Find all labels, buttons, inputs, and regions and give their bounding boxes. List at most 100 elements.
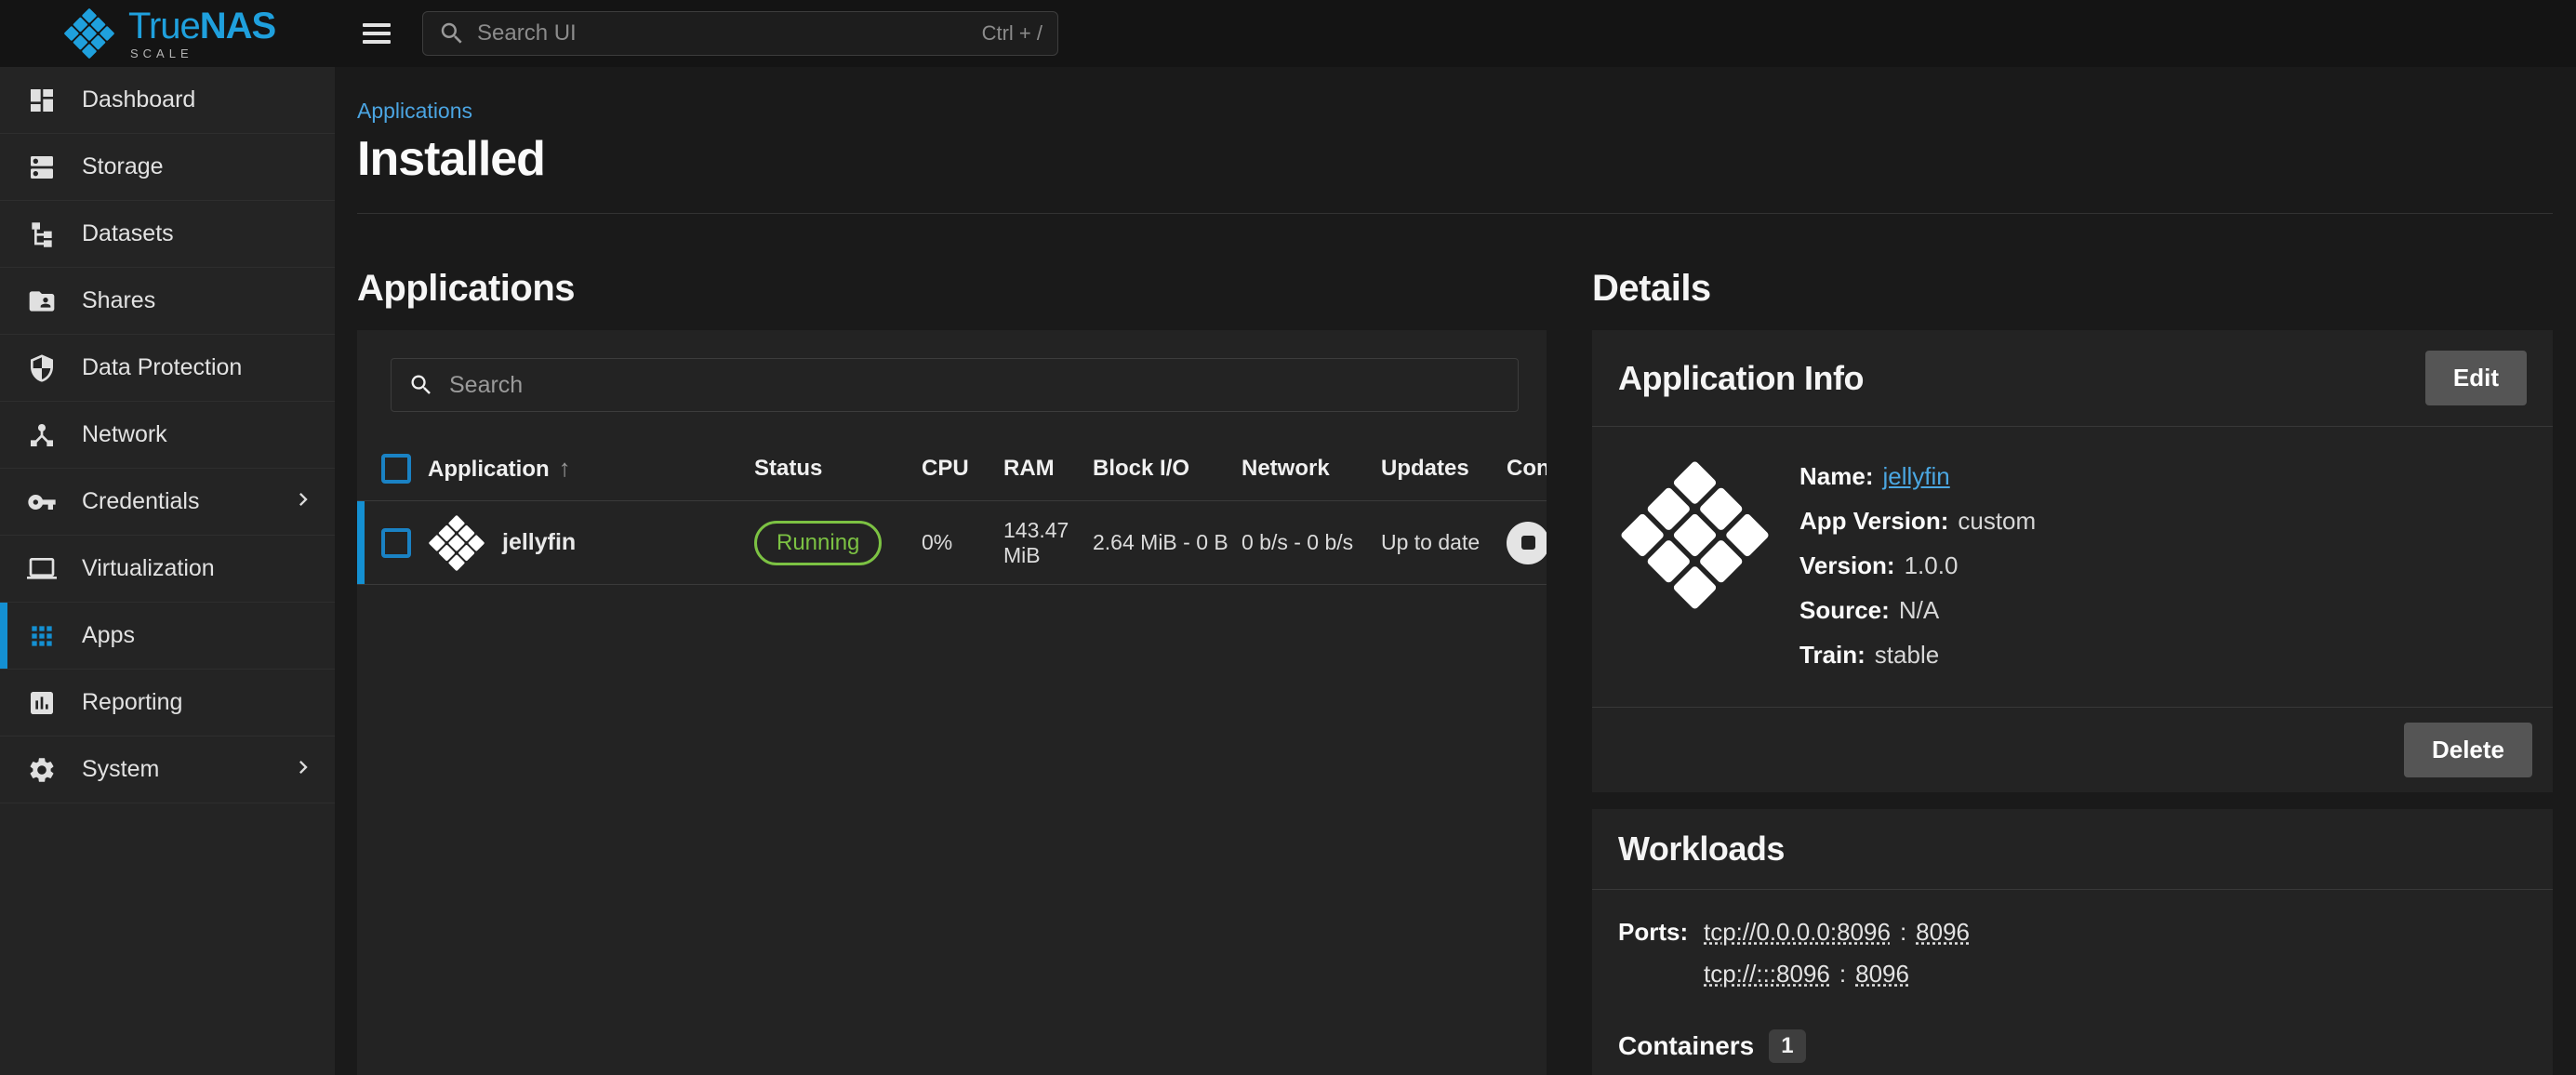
truenas-gem-icon [63, 7, 115, 60]
jellyfin-app-icon [428, 514, 485, 572]
applications-search [391, 358, 1519, 412]
applications-card: Application↑ Status CPU RAM Block I/O Ne… [357, 330, 1547, 1075]
table-header: Application↑ Status CPU RAM Block I/O Ne… [357, 436, 1547, 501]
containers-header: Containers 1 [1618, 1029, 2527, 1063]
column-header-control[interactable]: Control [1507, 456, 1547, 482]
logo-subtitle: SCALE [130, 47, 275, 60]
datasets-icon [26, 219, 58, 250]
sidebar-item-network[interactable]: Network [0, 402, 335, 469]
sidebar-item-virtualization[interactable]: Virtualization [0, 536, 335, 603]
ports-label: Ports: [1618, 918, 1704, 947]
chevron-right-icon [290, 754, 316, 785]
column-header-block-io[interactable]: Block I/O [1093, 456, 1242, 482]
sidebar-item-datasets[interactable]: Datasets [0, 201, 335, 268]
search-icon [438, 20, 466, 47]
chevron-right-icon [290, 486, 316, 517]
table-row-jellyfin[interactable]: jellyfin Running 0% 143.47 MiB 2.64 MiB … [357, 501, 1547, 585]
column-header-application[interactable]: Application↑ [428, 454, 754, 483]
search-shortcut-hint: Ctrl + / [982, 21, 1042, 46]
bar-chart-icon [26, 687, 58, 719]
storage-icon [26, 152, 58, 183]
application-info-title: Application Info [1618, 359, 1864, 398]
selected-row-accent [357, 501, 365, 584]
column-header-status[interactable]: Status [754, 456, 922, 482]
sidebar-item-label: Virtualization [82, 555, 215, 582]
field-train: Train:stable [1799, 641, 2036, 670]
field-app-version: App Version:custom [1799, 507, 2036, 536]
sidebar-item-dashboard[interactable]: Dashboard [0, 67, 335, 134]
sidebar-item-apps[interactable]: Apps [0, 603, 335, 670]
gear-icon [26, 754, 58, 786]
select-all-checkbox[interactable] [381, 454, 411, 484]
containers-count-badge: 1 [1769, 1029, 1805, 1063]
column-header-network[interactable]: Network [1242, 456, 1381, 482]
search-icon [408, 372, 434, 398]
sidebar-item-label: Credentials [82, 488, 199, 515]
port-host-link[interactable]: tcp://0.0.0.0:8096 [1704, 918, 1891, 947]
sidebar-item-label: Apps [82, 622, 135, 649]
workloads-title: Workloads [1618, 829, 1785, 869]
updates-value: Up to date [1381, 530, 1507, 555]
sidebar-item-data-protection[interactable]: Data Protection [0, 335, 335, 402]
app-name-link[interactable]: jellyfin [1882, 462, 1949, 490]
stop-app-button[interactable] [1507, 522, 1547, 564]
workloads-card: Workloads Ports: tcp://0.0.0.0:8096 : 80… [1592, 809, 2553, 1075]
truenas-logo[interactable]: TrueNAS SCALE [0, 7, 335, 60]
sort-ascending-icon: ↑ [559, 454, 571, 482]
shield-icon [26, 352, 58, 384]
field-version: Version:1.0.0 [1799, 551, 2036, 580]
sidebar-item-label: Network [82, 421, 167, 448]
applications-section-title: Applications [357, 268, 1547, 310]
port-host-link[interactable]: tcp://:::8096 [1704, 960, 1830, 989]
field-source: Source:N/A [1799, 596, 2036, 625]
column-header-cpu[interactable]: CPU [922, 456, 1003, 482]
global-search-input[interactable] [477, 20, 982, 46]
global-search: Ctrl + / [422, 11, 1058, 56]
block-io-value: 2.64 MiB - 0 B [1093, 530, 1242, 555]
breadcrumb[interactable]: Applications [357, 99, 2553, 124]
sidebar-item-system[interactable]: System [0, 737, 335, 803]
sidebar-item-credentials[interactable]: Credentials [0, 469, 335, 536]
column-header-ram[interactable]: RAM [1003, 456, 1093, 482]
sidebar-item-label: Storage [82, 153, 164, 180]
applications-search-input[interactable] [449, 372, 1501, 399]
apps-grid-icon [26, 620, 58, 652]
delete-button[interactable]: Delete [2404, 723, 2532, 777]
edit-button[interactable]: Edit [2425, 351, 2527, 405]
port-line: Ports: tcp://0.0.0.0:8096 : 8096 [1618, 918, 2527, 947]
sidebar-item-label: Reporting [82, 689, 182, 716]
jellyfin-app-icon-large [1618, 458, 1772, 612]
sidebar-item-storage[interactable]: Storage [0, 134, 335, 201]
network-value: 0 b/s - 0 b/s [1242, 530, 1381, 555]
sidebar-item-label: Shares [82, 287, 155, 314]
ports-block: Ports: tcp://0.0.0.0:8096 : 8096 tcp://:… [1618, 918, 2527, 989]
sidebar-item-reporting[interactable]: Reporting [0, 670, 335, 737]
dashboard-icon [26, 85, 58, 116]
port-line: tcp://:::8096 : 8096 [1618, 960, 2527, 989]
sidebar-item-label: Datasets [82, 220, 174, 247]
application-info-card: Application Info Edit Name:jellyfin App … [1592, 330, 2553, 792]
top-bar: TrueNAS SCALE Ctrl + / [0, 0, 2576, 67]
cpu-value: 0% [922, 530, 1003, 555]
laptop-icon [26, 553, 58, 585]
field-name: Name:jellyfin [1799, 462, 2036, 491]
sidebar-item-label: Data Protection [82, 354, 242, 381]
port-container-link[interactable]: 8096 [1855, 960, 1909, 989]
sidebar: Dashboard Storage Datasets Shares Data P… [0, 67, 335, 1075]
sidebar-item-shares[interactable]: Shares [0, 268, 335, 335]
port-container-link[interactable]: 8096 [1916, 918, 1970, 947]
status-badge: Running [754, 521, 882, 565]
sidebar-item-label: Dashboard [82, 86, 195, 113]
shares-icon [26, 285, 58, 317]
column-header-updates[interactable]: Updates [1381, 456, 1507, 482]
logo-title: TrueNAS [128, 7, 275, 45]
ram-value: 143.47 MiB [1003, 518, 1093, 568]
row-checkbox[interactable] [381, 528, 411, 558]
network-hub-icon [26, 419, 58, 451]
key-icon [26, 486, 58, 518]
app-name: jellyfin [502, 529, 576, 556]
stop-icon [1521, 536, 1535, 550]
content-area: Applications Installed Applications [335, 67, 2576, 1075]
menu-toggle-icon[interactable] [363, 19, 391, 48]
sidebar-item-label: System [82, 756, 159, 783]
